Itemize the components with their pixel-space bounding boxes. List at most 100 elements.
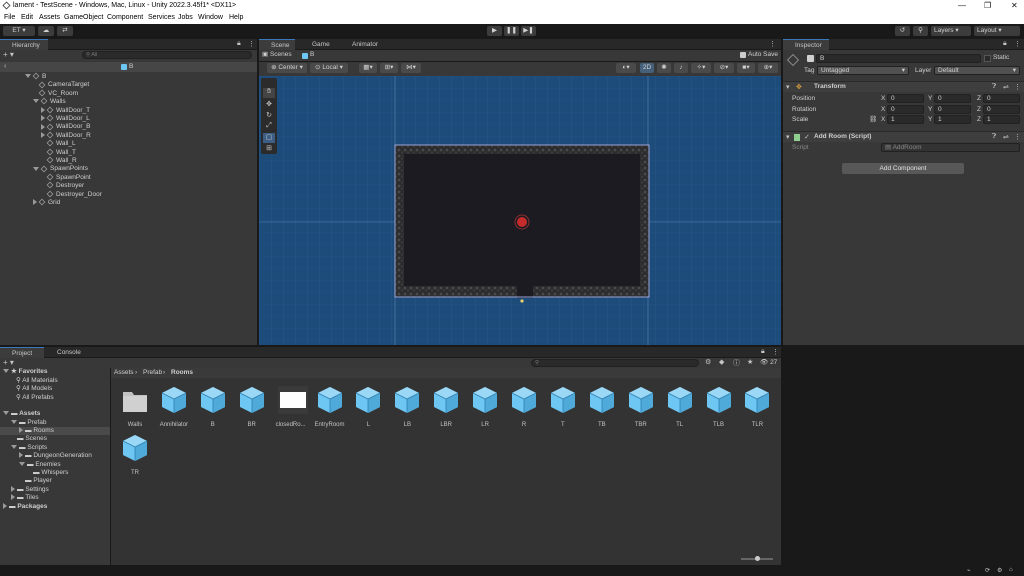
project-folder[interactable]: ▬ Whispers [27,469,68,477]
transform-header[interactable]: ▾ ✥ Transform ❓︎ ⇌ ⋮ [783,81,1024,92]
scene-viewport[interactable]: ✋︎ ✥ ↻ ⤢ ▢ ⊞ [259,76,781,345]
close-button[interactable]: ✕ [1011,1,1018,10]
favorite-item[interactable]: ⚲ All Prefabs [16,394,54,402]
favorites-header[interactable]: ★ Favorites [3,368,48,376]
hierarchy-item[interactable]: WallDoor_R [41,131,91,140]
chevron-down-icon[interactable] [11,419,17,424]
more-icon[interactable]: ⋮ [769,40,776,48]
space-dropdown[interactable]: ⊙ Local ▾ [310,63,348,73]
more-icon[interactable]: ⋮ [1014,83,1021,91]
pivot-dropdown[interactable]: ⊕ Center ▾ [267,63,307,73]
play-button[interactable]: ▶ [487,26,502,36]
breadcrumb-rooms[interactable]: Rooms [171,369,193,377]
menu-edit[interactable]: Edit [21,14,33,21]
prefab-asset[interactable]: closedRo... [274,386,308,428]
chevron-right-icon[interactable] [11,485,15,492]
back-arrow-icon[interactable]: ‹ [4,63,6,70]
add-icon[interactable]: + ▾ [3,50,14,59]
static-checkbox[interactable] [984,55,991,62]
prefab-asset[interactable]: TLR [740,386,774,428]
layer-dropdown[interactable]: Default ▾ [934,66,1020,75]
project-folder[interactable]: ▬ Player [19,477,52,485]
move-tool-icon[interactable]: ✥ [263,100,275,110]
chevron-down-icon[interactable] [3,411,9,416]
menu-assets[interactable]: Assets [39,14,60,21]
tab-game[interactable]: Game [300,39,334,50]
transform-tool-icon[interactable]: ⊞ [263,144,275,154]
chevron-right-icon[interactable] [33,199,37,206]
grid-snap-button[interactable]: ▦▾ [359,63,377,73]
search-by-label-icon[interactable]: ◆ [719,358,724,366]
breadcrumb-scenes[interactable]: ▣ Scenes [262,51,292,59]
rect-tool-icon[interactable]: ▢ [263,133,275,143]
chevron-down-icon[interactable] [3,369,9,374]
project-folder[interactable]: ▬ Scripts [11,444,47,452]
preset-icon[interactable]: ⇌ [1003,83,1009,91]
status-icon-4[interactable]: ⌂ [1009,567,1013,573]
project-folder[interactable]: ▬ Scenes [11,435,47,443]
tab-animator[interactable]: Animator [340,39,386,50]
auto-save-checkbox[interactable] [740,52,746,58]
preset-icon[interactable]: ⇌ [1003,133,1009,141]
hierarchy-item[interactable]: Walls [33,98,66,106]
more-icon[interactable]: ⋮ [1014,133,1021,141]
packages-root[interactable]: ▬ Packages [3,503,47,511]
transform-y-field[interactable]: 0 [934,94,971,103]
prefab-asset[interactable]: L [351,386,385,428]
transform-x-field[interactable]: 1 [887,115,924,124]
prefab-asset[interactable]: R [507,386,541,428]
chevron-right-icon[interactable] [41,115,45,122]
hand-tool-icon[interactable]: ✋︎ [263,88,275,98]
grid-button[interactable]: ⊞▾ [380,63,398,73]
project-folder[interactable]: ▬ Settings [11,486,49,494]
hierarchy-item[interactable]: WallDoor_L [41,114,90,123]
chevron-right-icon[interactable] [11,494,15,501]
prefab-asset[interactable]: TL [663,386,697,428]
prefab-asset[interactable]: TB [585,386,619,428]
prefab-asset[interactable]: TBR [624,386,658,428]
menu-file[interactable]: File [4,14,15,21]
prefab-asset[interactable]: LBR [429,386,463,428]
project-folder[interactable]: ▬ Tiles [11,494,39,502]
constrain-proportions-icon[interactable]: ⛓ [869,116,877,124]
menu-gameobject[interactable]: GameObject [64,14,103,21]
assets-root[interactable]: ▬ Assets [3,410,40,418]
search-by-type-icon[interactable]: ⚙ [705,358,711,366]
zoom-slider[interactable] [741,556,773,561]
chevron-right-icon[interactable] [19,427,23,434]
tab-project[interactable]: Project [0,347,44,358]
chevron-right-icon[interactable] [41,106,45,113]
favorite-item[interactable]: ⚲ All Materials [16,377,58,385]
chevron-down-icon[interactable] [11,444,17,449]
menu-help[interactable]: Help [229,14,243,21]
maximize-button[interactable]: ❐ [984,1,991,10]
collab-icon[interactable]: ⇄ [57,26,73,36]
pause-button[interactable]: ❚❚ [504,26,519,36]
history-icon[interactable]: ↺ [895,26,910,36]
zoom-slider-thumb[interactable] [755,556,760,561]
more-icon[interactable]: ⋮ [772,348,779,356]
audio-icon[interactable]: ♪ [674,63,688,73]
hierarchy-item[interactable]: Wall_T [41,148,76,157]
chevron-right-icon[interactable] [19,452,23,459]
project-folder[interactable]: ▬ Rooms [0,426,110,435]
camera-icon[interactable]: ■▾ [737,63,755,73]
active-checkbox[interactable] [807,55,814,62]
info-icon[interactable]: ⓘ [733,358,740,368]
add-icon[interactable]: + ▾ [3,358,14,367]
hierarchy-item[interactable]: Destroyer_Door [41,190,102,199]
prefab-asset[interactable]: LB [390,386,424,428]
camera-target-gizmo[interactable] [517,217,527,227]
search-icon[interactable]: ⚲ [913,26,928,36]
prefab-asset[interactable]: B [196,386,230,428]
prefab-asset[interactable]: EntryRoom [313,386,347,428]
breadcrumb-prefab[interactable]: Prefab [143,369,162,377]
tag-dropdown[interactable]: Untagged ▾ [817,66,909,75]
prefab-asset[interactable]: TLB [702,386,736,428]
project-folder[interactable]: ▬ Prefab [11,419,46,427]
visibility-icon[interactable]: ⊘▾ [714,63,734,73]
transform-x-field[interactable]: 0 [887,94,924,103]
menu-window[interactable]: Window [198,14,223,21]
hierarchy-search-input[interactable]: ⚲ All [82,51,252,59]
minimize-button[interactable]: — [958,1,966,10]
